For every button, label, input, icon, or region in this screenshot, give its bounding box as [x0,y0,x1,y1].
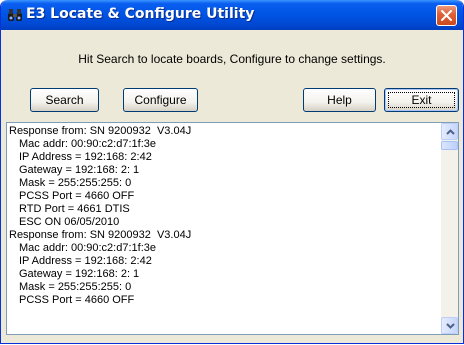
scroll-down-button[interactable] [441,317,458,334]
output-line: Mask = 255:255:255: 0 [19,281,132,293]
output-line: IP Address = 192:168: 2:42 [19,151,152,163]
output-line: Mac addr: 00:90:c2:d7:1f:3e [19,138,156,150]
window-title: E3 Locate & Configure Utility [26,6,255,22]
configure-button[interactable]: Configure [123,88,198,112]
exit-button[interactable]: Exit [384,88,459,112]
instruction-text: Hit Search to locate boards, Configure t… [78,52,386,66]
output-line: Gateway = 192:168: 2: 1 [19,268,140,280]
output-line: PCSS Port = 4660 OFF [19,294,135,306]
app-window: E3 Locate & Configure Utility Hit Search… [0,0,464,344]
scroll-up-button[interactable] [441,123,458,140]
output-line: Response from: SN 9200932 V3.04J [9,229,192,241]
output-line: Gateway = 192:168: 2: 1 [19,164,140,176]
help-button[interactable]: Help [303,88,376,112]
output-lines: Response from: SN 9200932 V3.04J Mac addr… [9,125,439,307]
search-button[interactable]: Search [30,88,99,112]
vertical-scrollbar[interactable] [441,123,458,334]
help-button-label: Help [327,93,352,107]
output-line: RTD Port = 4661 DTIS [19,203,130,215]
search-button-label: Search [45,93,84,107]
chevron-up-icon [446,129,455,135]
configure-button-label: Configure [134,93,187,107]
chevron-down-icon [446,323,455,329]
focus-rect [388,92,455,108]
output-list[interactable]: Response from: SN 9200932 V3.04J Mac addr… [6,122,459,335]
output-line: PCSS Port = 4660 OFF [19,190,135,202]
title-bar[interactable]: E3 Locate & Configure Utility [1,0,463,30]
output-line: Mac addr: 00:90:c2:d7:1f:3e [19,242,156,254]
close-button[interactable] [436,5,457,26]
output-line: Mask = 255:255:255: 0 [19,177,132,189]
binoculars-icon [7,7,23,23]
scroll-thumb[interactable] [441,141,458,150]
output-line: IP Address = 192:168: 2:42 [19,255,152,267]
output-line: ESC ON 06/05/2010 [19,216,120,228]
output-line: Response from: SN 9200932 V3.04J [9,125,192,137]
close-icon [441,10,452,21]
